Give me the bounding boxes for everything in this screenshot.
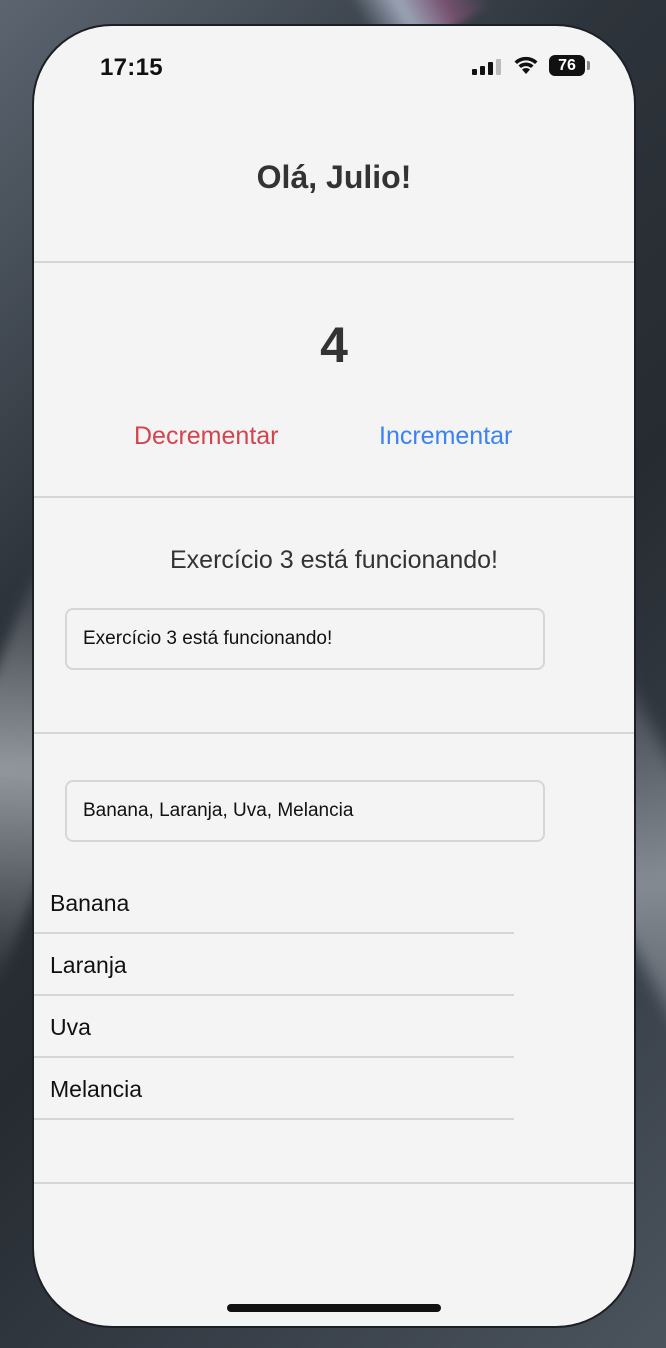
list-item: Melancia [34, 1058, 514, 1120]
counter-value: 4 [320, 317, 348, 373]
fruit-list: Banana Laranja Uva Melancia [34, 872, 514, 1120]
section-divider [34, 732, 634, 734]
exercise3-output-text: Exercício 3 está funcionando! [170, 546, 498, 574]
status-time: 17:15 [100, 54, 163, 81]
home-indicator[interactable] [227, 1304, 441, 1312]
status-bar: 17:15 76 [34, 26, 634, 106]
list-item: Laranja [34, 934, 514, 996]
battery-icon: 76 [549, 55, 585, 76]
section-divider [34, 261, 634, 263]
phone-screen: 17:15 76 Olá, Julio! 4 Decrementar Incre… [34, 26, 634, 1326]
wifi-icon [514, 56, 538, 74]
section-divider [34, 496, 634, 498]
battery-cap [587, 61, 590, 70]
increment-button[interactable]: Incrementar [379, 422, 512, 451]
section-divider [34, 1182, 634, 1184]
exercise3-text-input[interactable] [65, 608, 545, 670]
greeting-title: Olá, Julio! [256, 159, 412, 195]
fruits-text-input[interactable] [65, 780, 545, 842]
cellular-signal-icon [472, 59, 504, 75]
list-item: Uva [34, 996, 514, 1058]
list-item: Banana [34, 872, 514, 934]
decrement-button[interactable]: Decrementar [134, 422, 279, 451]
